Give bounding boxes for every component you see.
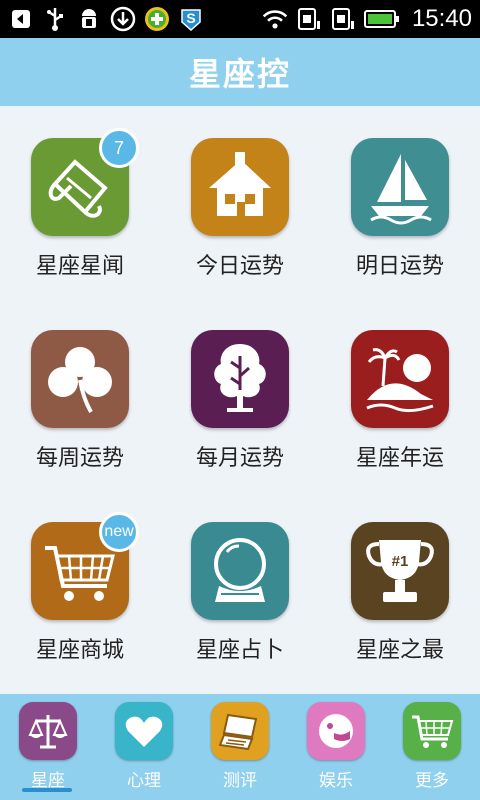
grid-item-star-mall[interactable]: new 星座商城: [0, 490, 160, 680]
new-badge: new: [99, 512, 139, 552]
nav-tab-label: 更多: [415, 771, 449, 791]
tomorrow-fortune-tile[interactable]: [351, 138, 449, 236]
notification-badge: 7: [99, 128, 139, 168]
grid-item-star-best[interactable]: #1 星座之最: [320, 490, 480, 680]
smiley-icon: [307, 702, 365, 760]
grid-item-label: 星座商城: [35, 638, 124, 663]
grid-item-label: 星座年运: [355, 446, 444, 471]
grid-item-divination[interactable]: 星座占卜: [160, 490, 320, 680]
crystal-ball-icon: [214, 538, 266, 602]
nav-tab-label: 娱乐: [319, 771, 353, 791]
grid-item-label: 星座占卜: [195, 638, 284, 663]
scales-icon: [19, 702, 77, 760]
nav-tab-psychology[interactable]: 心理: [96, 694, 192, 800]
star-best-tile[interactable]: #1: [351, 522, 449, 620]
grid-item-label: 今日运势: [195, 254, 284, 279]
nav-tab-horoscope[interactable]: 星座: [0, 694, 96, 800]
heart-icon: [115, 702, 173, 760]
back-icon: [8, 6, 34, 32]
active-tab-indicator: [22, 788, 72, 792]
grid-item-tomorrow-fortune[interactable]: 明日运势: [320, 106, 480, 296]
svg-text:#1: #1: [392, 553, 409, 570]
grid-item-today-fortune[interactable]: 今日运势: [160, 106, 320, 296]
tree-icon: [214, 344, 266, 412]
cart-icon: [403, 702, 461, 760]
s-app-icon: S: [178, 6, 204, 32]
trophy-icon: #1: [366, 540, 434, 602]
nav-tab-more[interactable]: 更多: [384, 694, 480, 800]
grid-item-label: 每月运势: [195, 446, 284, 471]
grid-item-label: 每周运势: [35, 446, 124, 471]
star-mall-tile[interactable]: new: [31, 512, 139, 620]
star-news-tile[interactable]: 7: [31, 128, 139, 236]
nav-tab-label: 测评: [223, 771, 257, 791]
plus-app-icon: [144, 6, 170, 32]
grid-item-annual-fortune[interactable]: 星座年运: [320, 298, 480, 488]
monthly-fortune-tile[interactable]: [191, 330, 289, 428]
download-icon: [110, 6, 136, 32]
bottom-nav: 星座 心理 测评 娱乐 更多: [0, 694, 480, 800]
laptop-icon: [211, 702, 269, 760]
sim2-icon: [330, 6, 356, 32]
today-fortune-tile[interactable]: [191, 138, 289, 236]
weekly-fortune-tile[interactable]: [31, 330, 129, 428]
sim1-icon: [296, 6, 322, 32]
nav-tab-entertainment[interactable]: 娱乐: [288, 694, 384, 800]
divination-tile[interactable]: [191, 522, 289, 620]
page-title: 星座控: [188, 55, 291, 93]
nav-tab-assessment[interactable]: 测评: [192, 694, 288, 800]
title-bar: 星座控: [0, 38, 480, 106]
feature-grid: 7 星座星闻 今日运势 明日运势 每周运势 每月运势 星座年运 new 星座商城…: [0, 106, 480, 694]
wifi-icon: [262, 6, 288, 32]
nav-tab-label: 心理: [127, 771, 161, 791]
svg-text:S: S: [186, 10, 195, 26]
grid-item-monthly-fortune[interactable]: 每月运势: [160, 298, 320, 488]
island-icon: [366, 348, 434, 413]
android-debug-icon: [76, 6, 102, 32]
grid-item-label: 星座之最: [355, 638, 444, 663]
clock: 15:40: [411, 5, 472, 32]
grid-item-star-news[interactable]: 7 星座星闻: [0, 106, 160, 296]
grid-item-weekly-fortune[interactable]: 每周运势: [0, 298, 160, 488]
usb-icon: [42, 6, 68, 32]
battery-icon: [363, 6, 400, 32]
house-icon: [209, 152, 271, 216]
grid-item-label: 明日运势: [355, 254, 444, 279]
annual-fortune-tile[interactable]: [351, 330, 449, 428]
status-bar: S 15:40: [0, 0, 480, 38]
sailboat-icon: [370, 154, 432, 225]
clover-icon: [48, 347, 112, 413]
grid-item-label: 星座星闻: [35, 254, 124, 279]
